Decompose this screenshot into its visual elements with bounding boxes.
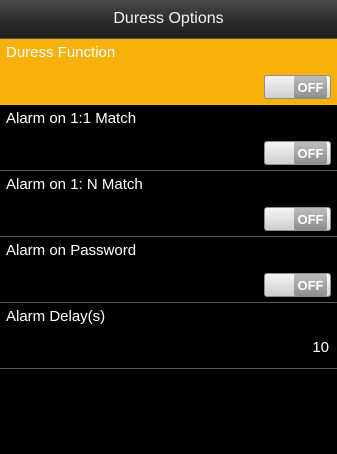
duress-function-label: Duress Function — [6, 44, 116, 61]
duress-function-row[interactable]: Duress Function OFF — [0, 39, 337, 105]
toggle-state-text: OFF — [294, 142, 327, 164]
toggle-state-text: OFF — [294, 76, 327, 98]
toggle-state-text: OFF — [294, 208, 327, 230]
toggle-knob — [265, 274, 296, 296]
alarm-1-n-match-toggle[interactable]: OFF — [264, 207, 331, 231]
title-bar: Duress Options — [0, 0, 337, 39]
alarm-delay-label: Alarm Delay(s) — [6, 308, 106, 325]
alarm-on-password-toggle[interactable]: OFF — [264, 273, 331, 297]
duress-function-toggle[interactable]: OFF — [264, 75, 331, 99]
toggle-state-text: OFF — [294, 274, 327, 296]
alarm-1-n-match-label: Alarm on 1: N Match — [6, 176, 143, 193]
alarm-delay-value: 10 — [312, 339, 329, 356]
alarm-delay-row[interactable]: Alarm Delay(s) 10 — [0, 303, 337, 369]
toggle-knob — [265, 208, 296, 230]
alarm-1-1-match-row[interactable]: Alarm on 1:1 Match OFF — [0, 105, 337, 171]
page-title: Duress Options — [113, 10, 224, 27]
alarm-on-password-row[interactable]: Alarm on Password OFF — [0, 237, 337, 303]
alarm-1-1-match-label: Alarm on 1:1 Match — [6, 110, 137, 127]
alarm-on-password-label: Alarm on Password — [6, 242, 137, 259]
toggle-knob — [265, 142, 296, 164]
alarm-1-1-match-toggle[interactable]: OFF — [264, 141, 331, 165]
alarm-1-n-match-row[interactable]: Alarm on 1: N Match OFF — [0, 171, 337, 237]
toggle-knob — [265, 76, 296, 98]
